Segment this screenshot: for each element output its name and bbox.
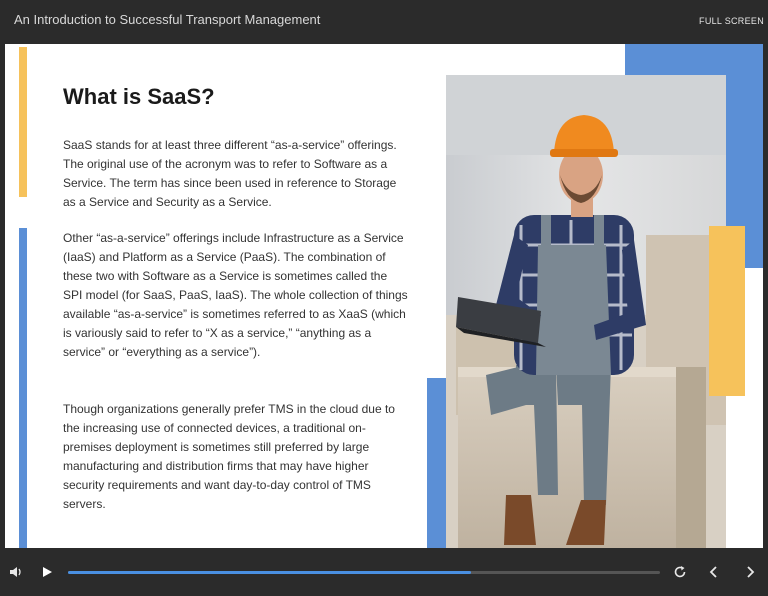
previous-icon[interactable] — [706, 564, 722, 585]
top-bar: An Introduction to Successful Transport … — [0, 0, 768, 44]
accent-block-yellow-right — [709, 226, 745, 396]
slide: What is SaaS? SaaS stands for at least t… — [5, 44, 763, 548]
paragraph-saas-definition: SaaS stands for at least three different… — [63, 138, 397, 209]
slide-heading: What is SaaS? — [63, 84, 215, 109]
paragraph-tms-deployment: Though organizations generally prefer TM… — [63, 402, 395, 511]
next-icon[interactable] — [742, 564, 758, 585]
worker-photo — [446, 75, 726, 548]
course-title: An Introduction to Successful Transport … — [14, 12, 321, 27]
accent-bar-yellow-left — [19, 47, 27, 197]
replay-icon[interactable] — [672, 564, 688, 585]
paragraph-as-a-service-offerings: Other “as-a-service” offerings include I… — [63, 231, 408, 359]
accent-bar-blue-left — [19, 228, 27, 548]
player-controls — [0, 548, 768, 596]
volume-icon[interactable] — [8, 564, 24, 585]
progress-bar[interactable] — [68, 571, 660, 574]
play-icon[interactable] — [40, 564, 54, 585]
progress-fill — [68, 571, 471, 574]
fullscreen-button[interactable]: FULL SCREEN — [699, 16, 764, 26]
